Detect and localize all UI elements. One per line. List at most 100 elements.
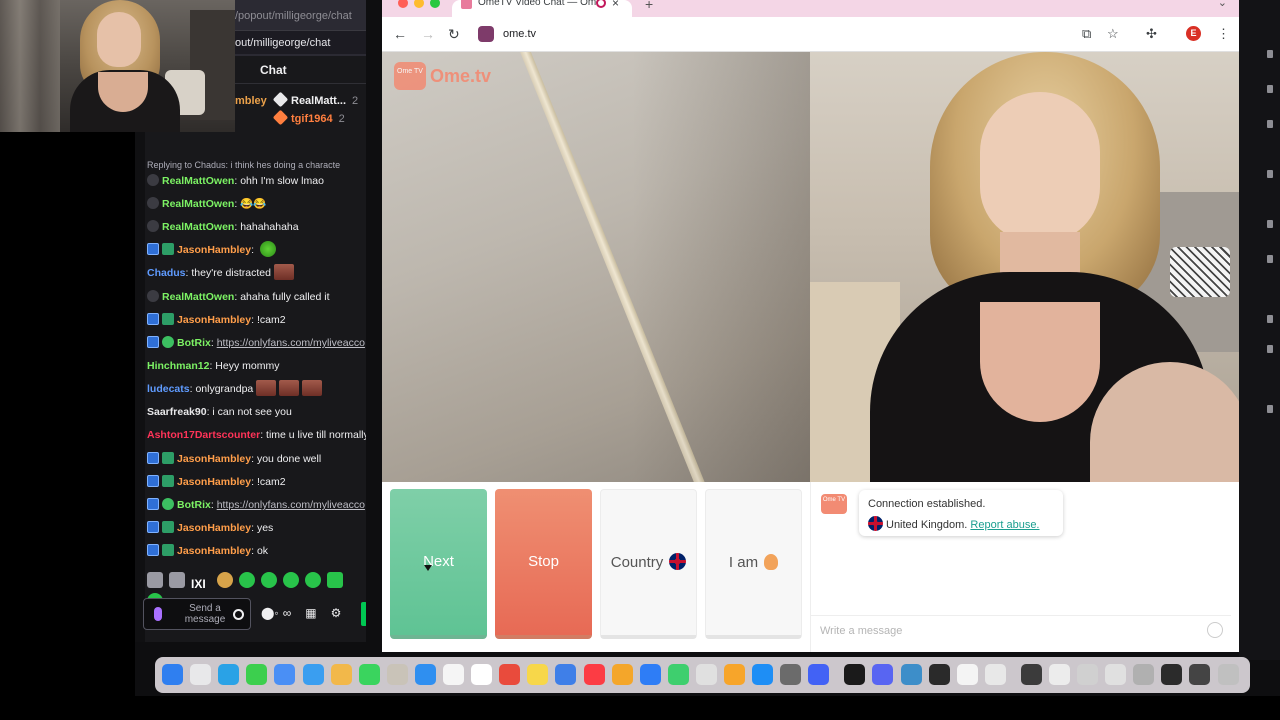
chat-username[interactable]: Saarfreak90	[147, 406, 207, 418]
app-icon[interactable]	[1020, 664, 1042, 685]
close-window-icon[interactable]	[398, 0, 408, 8]
emoji-picker-icon[interactable]	[233, 609, 244, 620]
gender-button[interactable]: I am	[705, 489, 802, 639]
reload-icon[interactable]: ↻	[448, 26, 460, 43]
next-button[interactable]: Next	[390, 489, 487, 639]
terminal-icon[interactable]	[844, 664, 866, 685]
forward-icon[interactable]: →	[421, 26, 435, 42]
launchpad-icon[interactable]	[190, 664, 212, 685]
emote-icon[interactable]	[283, 572, 299, 588]
notes-app-icon[interactable]	[386, 664, 408, 685]
profile-avatar[interactable]: E	[1186, 26, 1201, 41]
chrome-icon[interactable]	[499, 664, 521, 685]
emote-icon[interactable]	[305, 572, 321, 588]
zoom-icon[interactable]	[808, 664, 830, 685]
numbers-icon[interactable]	[667, 664, 689, 685]
bits-icon[interactable]: ⬤◦	[261, 606, 279, 620]
country-button[interactable]: Country	[600, 489, 697, 639]
chat-username[interactable]: Chadus	[147, 267, 186, 279]
keynote-icon[interactable]	[639, 664, 661, 685]
chat-input[interactable]: Send a message	[143, 598, 251, 630]
screen-icon[interactable]	[1161, 664, 1183, 685]
photos-icon[interactable]	[330, 664, 352, 685]
bookmark-star-icon[interactable]: ☆	[1107, 26, 1119, 42]
maximize-window-icon[interactable]	[430, 0, 440, 8]
tab-close-icon[interactable]: ×	[612, 0, 619, 10]
install-app-icon[interactable]: ⧉	[1082, 26, 1091, 42]
stickies-icon[interactable]	[527, 664, 549, 685]
facetime-icon[interactable]	[358, 664, 380, 685]
tab-search-chevron-icon[interactable]: ⌄	[1218, 0, 1227, 9]
extensions-icon[interactable]: ✣	[1146, 26, 1157, 42]
news-icon[interactable]	[611, 664, 633, 685]
address-bar[interactable]: ome.tv	[474, 22, 1174, 47]
emoji-icon[interactable]	[1207, 622, 1223, 638]
emote-icon[interactable]: IXI	[191, 577, 211, 593]
chat-username[interactable]: RealMattOwen	[162, 291, 234, 303]
chat-username[interactable]: JasonHambley	[177, 476, 251, 488]
chat-username[interactable]: JasonHambley	[177, 244, 251, 256]
mail-icon[interactable]	[274, 664, 296, 685]
back-icon[interactable]: ←	[393, 26, 407, 42]
folder-icon[interactable]	[984, 664, 1006, 685]
tab-ometv[interactable]: OmeTV Video Chat — Om ×	[452, 0, 632, 17]
discord-icon[interactable]	[872, 664, 894, 685]
settings-icon[interactable]	[780, 664, 802, 685]
menu-kebab-icon[interactable]: ⋮	[1217, 26, 1230, 42]
chat-link[interactable]: https://onlyfans.com/myliveacco	[217, 337, 365, 349]
calendar-icon[interactable]	[443, 664, 464, 685]
popout-url-field[interactable]: out/milligeorge/chat	[235, 30, 366, 54]
minimize-window-icon[interactable]	[414, 0, 424, 8]
chat-username[interactable]: RealMattOwen	[162, 198, 234, 210]
document-icon[interactable]	[1048, 664, 1070, 685]
site-info-icon[interactable]	[478, 26, 494, 42]
folder-icon[interactable]	[1133, 664, 1155, 685]
emote-icon[interactable]	[147, 572, 163, 588]
chat-username[interactable]: JasonHambley	[177, 453, 251, 465]
chat-username[interactable]: Hinchman12	[147, 360, 209, 372]
chat-username[interactable]: BotRix	[177, 499, 211, 511]
chat-username[interactable]: ludecats	[147, 383, 190, 395]
store-icon[interactable]: ▦	[305, 606, 316, 620]
settings-gear-icon[interactable]: ⚙	[331, 606, 342, 620]
new-tab-icon[interactable]: +	[645, 0, 653, 12]
send-button[interactable]	[361, 602, 366, 626]
emote-icon[interactable]	[239, 572, 255, 588]
finder-icon[interactable]	[162, 664, 183, 685]
reminders-icon[interactable]	[471, 664, 493, 685]
document-icon[interactable]	[1077, 664, 1098, 685]
stop-button[interactable]: Stop	[495, 489, 592, 639]
emote-icon[interactable]	[327, 572, 343, 588]
preview-icon[interactable]	[956, 664, 978, 685]
chat-username[interactable]: Ashton17Dartscounter	[147, 429, 260, 441]
appstore-icon[interactable]	[752, 664, 774, 685]
chat-username[interactable]: JasonHambley	[177, 522, 251, 534]
quicktime-icon[interactable]	[900, 664, 922, 685]
chat-username[interactable]: BotRix	[177, 337, 211, 349]
safari-icon[interactable]	[414, 664, 436, 685]
message-input[interactable]: Write a message	[811, 615, 1231, 643]
microphone-icon[interactable]	[154, 607, 162, 621]
report-abuse-link[interactable]: Report abuse.	[970, 519, 1039, 531]
telegram-icon[interactable]	[218, 664, 240, 685]
maps-icon[interactable]	[302, 664, 324, 685]
music-icon[interactable]	[583, 664, 605, 685]
messages-icon[interactable]	[246, 664, 268, 685]
screen-icon[interactable]	[1189, 664, 1211, 685]
infinity-icon[interactable]: ∞	[283, 606, 292, 620]
document-icon[interactable]	[1105, 664, 1127, 685]
chat-username[interactable]: RealMattOwen	[162, 221, 234, 233]
freeform-icon[interactable]	[555, 664, 577, 685]
chat-username[interactable]: RealMattOwen	[162, 175, 234, 187]
pages-icon[interactable]	[724, 664, 745, 685]
textedit-icon[interactable]	[695, 664, 717, 685]
creative-cloud-icon[interactable]	[928, 664, 950, 685]
chat-link[interactable]: https://onlyfans.com/myliveacco	[217, 499, 365, 511]
browser-toolbar: ← → ↻ ome.tv ⧉ ☆ ✣ E ⋮	[382, 17, 1239, 52]
chat-username[interactable]: JasonHambley	[177, 545, 251, 557]
emote-icon[interactable]	[169, 572, 185, 588]
emote-icon[interactable]	[261, 572, 277, 588]
trash-icon[interactable]	[1217, 664, 1239, 685]
chat-username[interactable]: JasonHambley	[177, 314, 251, 326]
emote-icon[interactable]	[217, 572, 233, 588]
